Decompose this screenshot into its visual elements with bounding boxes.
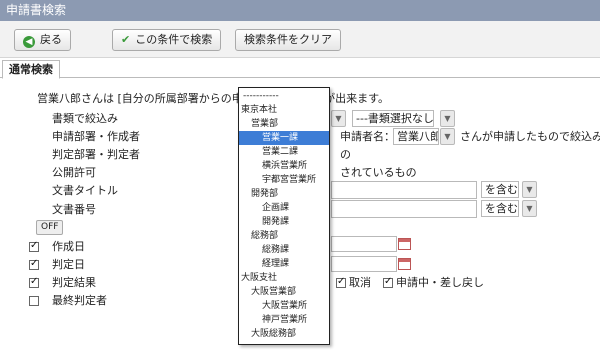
label-pending: 申請中・差し戻し xyxy=(396,276,484,289)
label-result: 判定結果 xyxy=(52,276,96,289)
list-item[interactable]: 宇都宮営業所 xyxy=(239,173,329,187)
list-item[interactable]: 企画課 xyxy=(239,201,329,215)
list-item[interactable]: 営業部 xyxy=(239,117,329,131)
list-item[interactable]: 開発課 xyxy=(239,215,329,229)
clear-button-label: 検索条件をクリア xyxy=(244,33,332,46)
window-title: 申請書検索 xyxy=(0,0,600,21)
list-item[interactable]: 大阪支社 xyxy=(239,271,329,285)
pending-checkbox[interactable] xyxy=(383,276,393,288)
list-item[interactable]: 大阪営業所 xyxy=(239,299,329,313)
toolbar: ◀ 戻る ✔ この条件で検索 検索条件をクリア xyxy=(0,21,600,58)
list-item[interactable]: 営業二課 xyxy=(239,145,329,159)
tab-normal-search[interactable]: 通常検索 xyxy=(2,60,60,79)
list-item[interactable]: 大阪総務部 xyxy=(239,327,329,341)
created-date-checkbox[interactable] xyxy=(29,240,39,252)
label-public: 公開許可 xyxy=(52,166,96,179)
calendar-icon[interactable] xyxy=(398,238,411,250)
list-item[interactable]: 経理課 xyxy=(239,257,329,271)
list-item[interactable]: 横浜営業所 xyxy=(239,159,329,173)
doctype-select[interactable]: ---書類選択なし--- xyxy=(352,110,434,127)
back-arrow-icon: ◀ xyxy=(23,36,35,48)
label-cancel: 取消 xyxy=(349,276,371,289)
back-button-label: 戻る xyxy=(40,33,62,46)
final-judge-checkbox[interactable] xyxy=(29,296,39,306)
judged-date-input[interactable] xyxy=(331,256,397,272)
check-icon: ✔ xyxy=(121,33,131,46)
list-item-selected[interactable]: 営業一課 xyxy=(239,131,329,145)
search-button[interactable]: ✔ この条件で検索 xyxy=(112,29,222,51)
doc-number-match-select[interactable]: を含む xyxy=(481,200,519,217)
label-final-judge: 最終判定者 xyxy=(52,294,107,307)
calendar-icon[interactable] xyxy=(398,258,411,270)
department-dropdown-list[interactable]: ----------- 東京本社 営業部 営業一課 営業二課 横浜営業所 宇都宮… xyxy=(238,87,330,345)
list-item[interactable]: 東京本社 xyxy=(239,103,329,117)
label-doc-number: 文書番号 xyxy=(52,203,96,216)
created-date-input[interactable] xyxy=(331,236,397,252)
public-partial-text: されているもの xyxy=(340,166,417,179)
doc-title-input[interactable] xyxy=(331,181,477,199)
label-applicant: 申請部署・作成者 xyxy=(52,130,140,143)
off-toggle[interactable]: OFF xyxy=(36,220,64,235)
department-select-arrow[interactable]: ▼ xyxy=(331,110,346,127)
label-judged: 判定日 xyxy=(52,258,85,271)
cancel-checkbox[interactable] xyxy=(336,276,346,288)
judge-partial-text: の xyxy=(340,148,351,161)
list-item[interactable]: 総務部 xyxy=(239,229,329,243)
judged-date-checkbox[interactable] xyxy=(29,258,39,270)
doc-number-input[interactable] xyxy=(331,200,477,218)
label-doc-title: 文書タイトル xyxy=(52,184,118,197)
list-item[interactable]: 開発部 xyxy=(239,187,329,201)
label-judge: 判定部署・判定者 xyxy=(52,148,140,161)
doc-number-match-arrow[interactable]: ▼ xyxy=(522,200,537,217)
clear-conditions-button[interactable]: 検索条件をクリア xyxy=(235,29,341,51)
search-button-label: この条件で検索 xyxy=(135,33,213,46)
list-item[interactable]: 総務課 xyxy=(239,243,329,257)
doc-title-match-select[interactable]: を含む xyxy=(481,181,519,198)
result-checkbox[interactable] xyxy=(29,276,39,288)
search-description: 営業八郎さんは [自分の所属部署からの申請]を検索する事が出来ます。 xyxy=(37,92,389,105)
doc-title-match-arrow[interactable]: ▼ xyxy=(522,181,537,198)
list-item[interactable]: ----------- xyxy=(239,89,329,103)
applicant-name-label: 申請者名： xyxy=(340,130,395,143)
applicant-name-select[interactable]: 営業八郎 xyxy=(393,128,439,145)
label-doctype: 書類で絞込み xyxy=(52,112,118,125)
back-button[interactable]: ◀ 戻る xyxy=(14,29,71,51)
list-item[interactable]: 大阪営業部 xyxy=(239,285,329,299)
applicant-filter-text: さんが申請したもので絞込み xyxy=(460,130,600,143)
applicant-name-arrow[interactable]: ▼ xyxy=(440,128,455,145)
tab-bar: 通常検索 xyxy=(0,58,600,79)
label-created: 作成日 xyxy=(52,240,85,253)
doctype-select-arrow[interactable]: ▼ xyxy=(440,110,455,127)
list-item[interactable]: 神戸営業所 xyxy=(239,313,329,327)
